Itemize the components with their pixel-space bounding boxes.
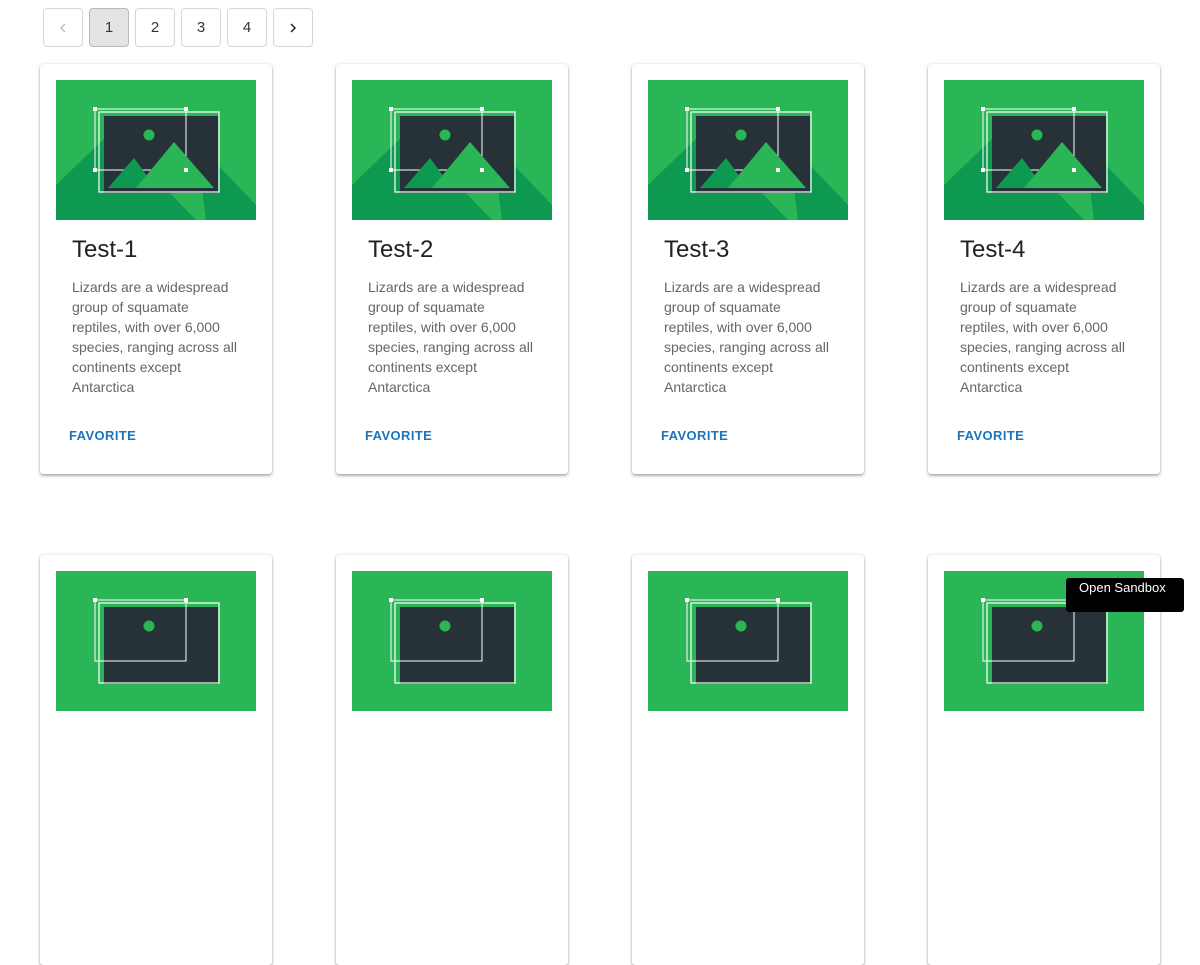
card-description: Lizards are a widespread group of squama… — [72, 279, 237, 395]
image-placeholder-icon — [648, 80, 848, 220]
card-title: Test-1 — [72, 236, 138, 263]
image-placeholder-icon — [352, 80, 552, 220]
page-button-4[interactable]: 4 — [227, 8, 267, 47]
card: Test-3 Lizards are a widespread group of… — [632, 64, 864, 474]
chevron-left-icon — [60, 23, 66, 32]
next-page-button[interactable] — [273, 8, 313, 47]
card-description: Lizards are a widespread group of squama… — [368, 279, 533, 395]
card-image — [56, 571, 256, 711]
pagination: 1 2 3 4 — [43, 8, 313, 47]
card-description: Lizards are a widespread group of squama… — [664, 279, 829, 395]
card-title: Test-4 — [960, 236, 1026, 263]
card-image — [352, 80, 552, 220]
card-image — [944, 80, 1144, 220]
image-placeholder-icon — [944, 80, 1144, 220]
image-placeholder-icon — [56, 571, 256, 711]
favorite-button[interactable]: Favorite — [957, 428, 1024, 443]
favorite-button[interactable]: Favorite — [69, 428, 136, 443]
card-description: Lizards are a widespread group of squama… — [960, 279, 1125, 395]
page-button-2[interactable]: 2 — [135, 8, 175, 47]
prev-page-button[interactable] — [43, 8, 83, 47]
card-image — [56, 80, 256, 220]
card-title: Test-3 — [664, 236, 730, 263]
chevron-right-icon — [290, 22, 297, 33]
card — [928, 555, 1160, 965]
card-title: Test-2 — [368, 236, 434, 263]
image-placeholder-icon — [648, 571, 848, 711]
image-placeholder-icon — [56, 80, 256, 220]
page-button-3[interactable]: 3 — [181, 8, 221, 47]
card — [40, 555, 272, 965]
card: Test-4 Lizards are a widespread group of… — [928, 64, 1160, 474]
favorite-button[interactable]: Favorite — [661, 428, 728, 443]
card-image — [352, 571, 552, 711]
card — [632, 555, 864, 965]
image-placeholder-icon — [352, 571, 552, 711]
card-image — [648, 571, 848, 711]
card: Test-1 Lizards are a widespread group of… — [40, 64, 272, 474]
card: Test-2 Lizards are a widespread group of… — [336, 64, 568, 474]
card-image — [648, 80, 848, 220]
card — [336, 555, 568, 965]
favorite-button[interactable]: Favorite — [365, 428, 432, 443]
page-button-1[interactable]: 1 — [89, 8, 129, 47]
open-sandbox-button[interactable]: Open Sandbox — [1066, 578, 1184, 612]
